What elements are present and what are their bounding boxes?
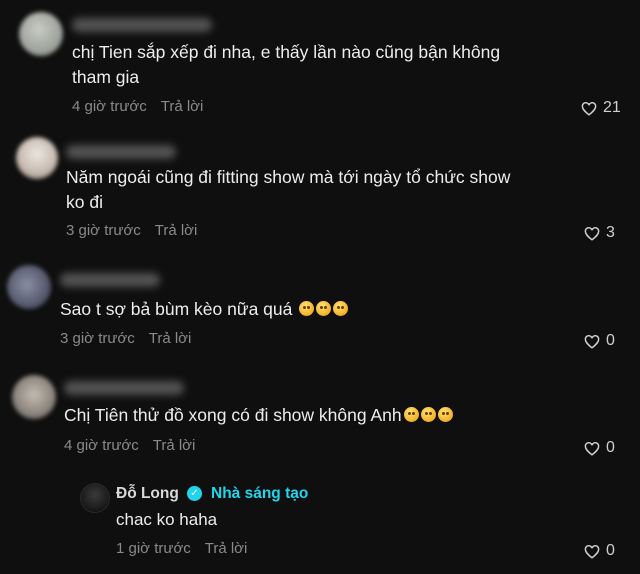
shushing-emoji-icon	[437, 407, 453, 422]
like-button[interactable]: 0	[584, 542, 615, 560]
shushing-emoji-icon	[420, 407, 436, 422]
comment-time: 3 giờ trước	[60, 330, 135, 347]
comment-item: Năm ngoái cũng đi fitting show mà tới ng…	[0, 125, 640, 250]
comment-text-line: ko đi	[66, 192, 103, 212]
heart-icon	[584, 441, 600, 456]
like-button[interactable]: 0	[584, 332, 615, 350]
reply-button[interactable]: Trả lời	[161, 98, 204, 115]
heart-icon	[584, 334, 600, 349]
grinning-sweat-emoji-icon	[299, 301, 315, 316]
avatar[interactable]	[12, 375, 56, 419]
heart-icon	[584, 544, 600, 559]
creator-badge: Nhà sáng tạo	[211, 485, 309, 502]
comment-text-line: Chị Tiên thử đồ xong có đi show không An…	[64, 403, 453, 428]
grinning-sweat-emoji-icon	[316, 301, 332, 316]
reply-item: Đỗ Long ✓ Nhà sáng tạo chac ko haha 1 gi…	[0, 475, 640, 574]
heart-icon	[581, 101, 597, 116]
comment-meta: 3 giờ trước Trả lời	[66, 222, 197, 239]
grinning-sweat-emoji-icon	[333, 301, 349, 316]
comment-item: Chị Tiên thử đồ xong có đi show không An…	[0, 365, 640, 470]
reply-time: 1 giờ trước	[116, 540, 191, 557]
comment-meta: 4 giờ trước Trả lời	[64, 437, 195, 454]
comment-meta: 3 giờ trước Trả lời	[60, 330, 191, 347]
comment-meta: 4 giờ trước Trả lời	[72, 98, 203, 115]
reply-button[interactable]: Trả lời	[205, 540, 248, 557]
reply-button[interactable]: Trả lời	[153, 437, 196, 454]
comment-text: Sao t sợ bả bùm kèo nữa quá	[60, 299, 293, 319]
shushing-emoji-icon	[403, 407, 419, 422]
comment-item: Sao t sợ bả bùm kèo nữa quá 3 giờ trước T…	[0, 255, 640, 360]
like-count: 0	[606, 542, 615, 559]
reply-author[interactable]: Đỗ Long	[116, 485, 179, 503]
comment-time: 4 giờ trước	[64, 437, 139, 454]
reply-button[interactable]: Trả lời	[155, 222, 198, 239]
comment-text-line: chị Tien sắp xếp đi nha, e thấy lần nào …	[72, 42, 501, 62]
comment-text: Chị Tiên thử đồ xong có đi show không An…	[64, 405, 402, 425]
creator-avatar[interactable]	[80, 483, 110, 513]
comment-item: chị Tien sắp xếp đi nha, e thấy lần nào …	[0, 0, 640, 125]
username-blurred[interactable]	[72, 18, 212, 32]
comment-time: 4 giờ trước	[72, 98, 147, 115]
like-count: 21	[603, 99, 621, 116]
avatar[interactable]	[7, 265, 51, 309]
verified-check-icon: ✓	[187, 486, 202, 501]
comment-text-line: Năm ngoái cũng đi fitting show mà tới ng…	[66, 167, 511, 187]
like-count: 3	[606, 224, 615, 241]
like-button[interactable]: 21	[581, 99, 621, 117]
like-count: 0	[606, 439, 615, 456]
reply-button[interactable]: Trả lời	[149, 330, 192, 347]
comment-text-line: tham gia	[72, 67, 140, 87]
like-button[interactable]: 0	[584, 439, 615, 457]
heart-icon	[584, 226, 600, 241]
reply-text: chac ko haha	[116, 510, 218, 529]
avatar[interactable]	[16, 137, 58, 179]
comment-time: 3 giờ trước	[66, 222, 141, 239]
comment-text-line: Sao t sợ bả bùm kèo nữa quá	[60, 297, 349, 322]
like-button[interactable]: 3	[584, 224, 615, 242]
reply-meta: 1 giờ trước Trả lời	[116, 540, 247, 557]
username-blurred[interactable]	[66, 145, 176, 159]
like-count: 0	[606, 332, 615, 349]
username-blurred[interactable]	[64, 381, 184, 395]
avatar[interactable]	[19, 12, 63, 56]
username-blurred[interactable]	[60, 273, 160, 287]
